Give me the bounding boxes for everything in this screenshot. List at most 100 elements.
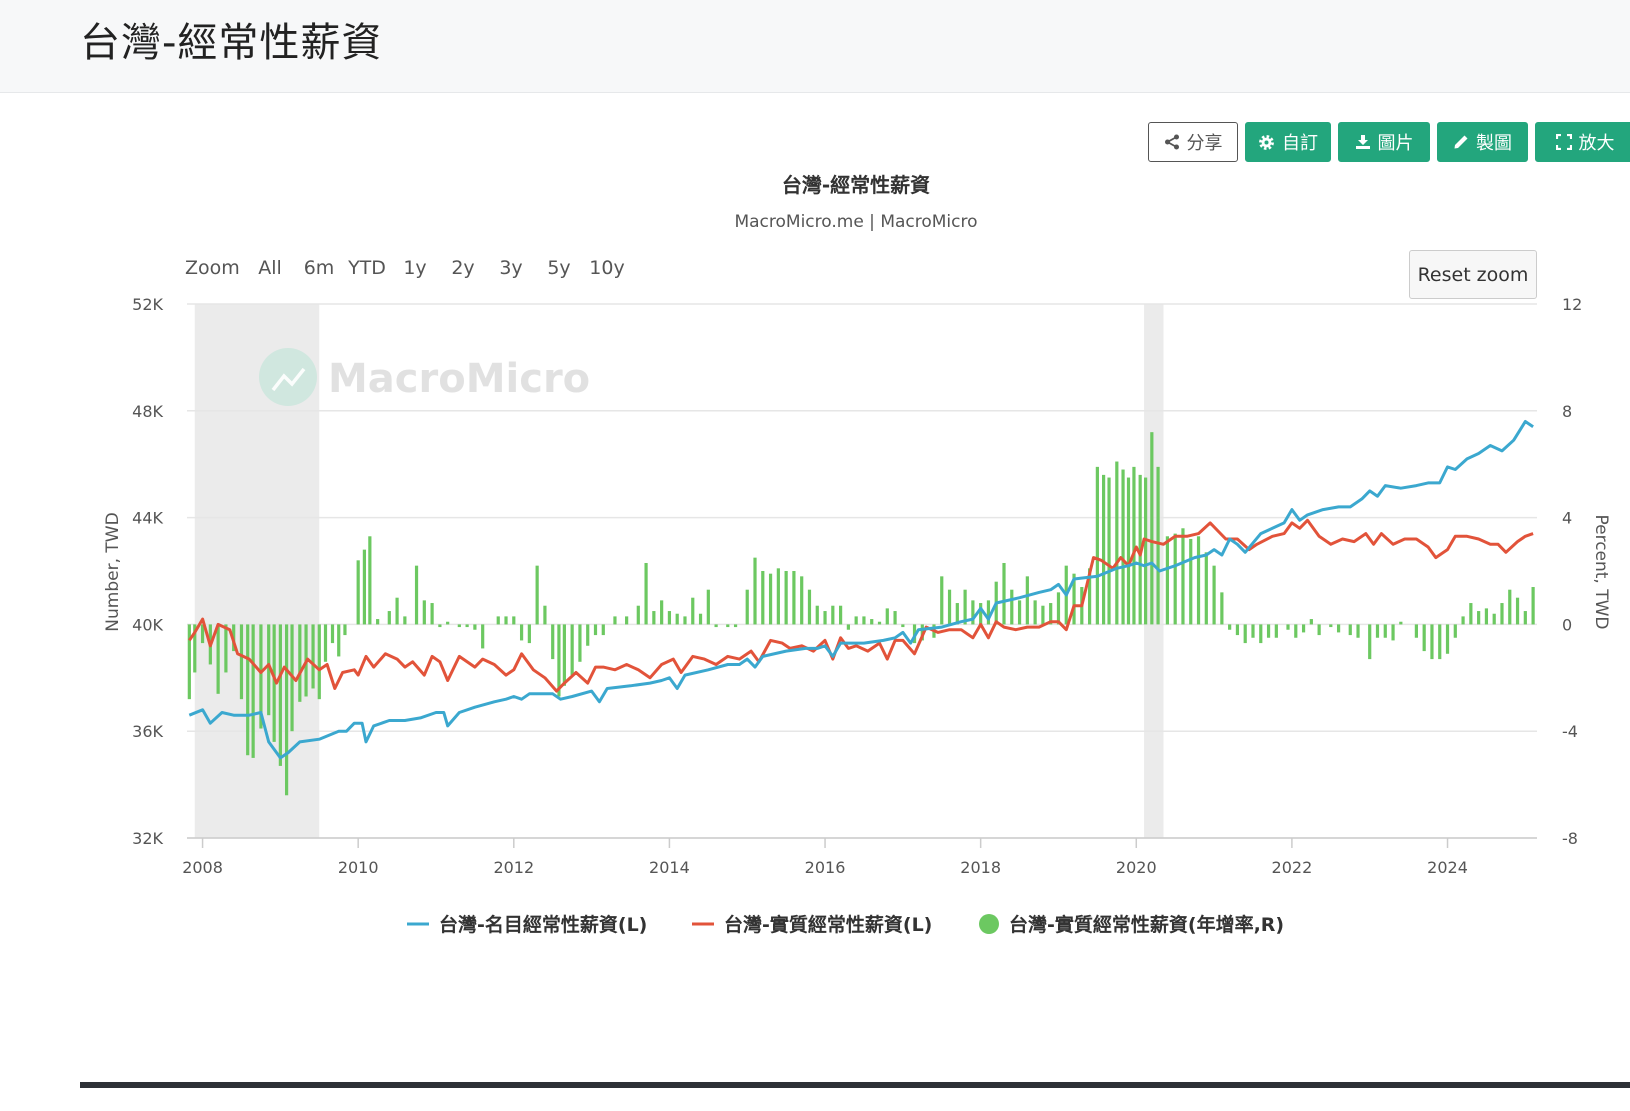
range-button-2y[interactable]: 2y	[451, 257, 474, 279]
yoy-bar	[246, 624, 250, 756]
range-button-5y[interactable]: 5y	[547, 257, 570, 279]
yoy-bar	[885, 608, 889, 625]
yoy-bar	[323, 624, 328, 662]
yoy-bar	[465, 624, 469, 628]
yoy-bar	[570, 624, 574, 676]
yoy-bar	[1492, 613, 1496, 625]
range-button-all[interactable]: All	[258, 257, 282, 279]
yoy-bar	[1348, 624, 1352, 636]
real-wage-line	[188, 518, 1534, 693]
yoy-bar	[854, 616, 858, 625]
yoy-bar	[593, 624, 598, 636]
range-selector: Zoom All 6m YTD 1y 2y 3y 5y 10y	[185, 257, 625, 279]
range-button-10y[interactable]: 10y	[589, 257, 624, 279]
yoy-bar	[298, 624, 302, 702]
legend-item-yoy[interactable]: 台灣-實質經常性薪資(年增率,R)	[979, 913, 1284, 936]
yoy-bar	[1430, 624, 1434, 660]
yoy-bar	[457, 624, 461, 628]
x-tick-label: 2020	[1116, 858, 1157, 877]
yoy-bar	[1477, 611, 1481, 625]
x-tick-label: 2014	[649, 858, 690, 877]
yoy-bar	[644, 562, 648, 625]
y-tick-label-right: 0	[1562, 615, 1572, 634]
yoy-bar	[1220, 592, 1224, 625]
chart-subtitle: MacroMicro.me | MacroMicro	[734, 212, 977, 232]
yoy-bar	[1107, 477, 1111, 625]
yoy-bar	[800, 576, 804, 625]
yoy-bar	[675, 613, 679, 625]
yoy-bar	[1508, 589, 1512, 625]
yoy-bar	[578, 624, 582, 662]
yoy-bar	[216, 624, 220, 694]
legend-item-real[interactable]: 台灣-實質經常性薪資(L)	[692, 913, 932, 936]
yoy-bar	[527, 624, 531, 644]
yoy-bar	[862, 616, 866, 625]
yoy-bar	[562, 624, 566, 686]
yoy-bar	[1189, 538, 1193, 625]
yoy-bar	[1500, 603, 1504, 625]
yoy-bar	[1336, 624, 1341, 633]
yoy-bar	[1301, 624, 1306, 633]
yoy-bar	[1309, 619, 1313, 625]
yoy-bar	[1156, 466, 1160, 625]
y-axis-right-title: Percent, TWD	[1591, 514, 1611, 629]
yoy-bar	[1144, 477, 1148, 625]
chart-title: 台灣-經常性薪資	[782, 173, 930, 197]
nominal-wage-line	[188, 420, 1534, 760]
yoy-bar	[395, 597, 399, 625]
legend-label-nominal: 台灣-名目經常性薪資(L)	[439, 913, 647, 936]
yoy-bar	[1356, 624, 1360, 638]
reset-zoom-button[interactable]: Reset zoom	[1409, 250, 1537, 299]
yoy-bar	[1274, 624, 1278, 638]
yoy-bar	[1121, 469, 1125, 625]
yoy-bar	[901, 624, 905, 628]
yoy-bar	[504, 616, 508, 625]
yoy-bar	[586, 624, 590, 646]
range-button-3y[interactable]: 3y	[499, 257, 522, 279]
yoy-bar	[1243, 624, 1247, 644]
yoy-bar	[543, 605, 547, 625]
y-tick-label-left: 52K	[132, 295, 163, 314]
yoy-bar	[601, 624, 605, 636]
y-tick-label-right: -8	[1562, 829, 1578, 848]
yoy-bar	[535, 565, 539, 625]
yoy-bar	[1212, 565, 1216, 625]
range-button-6m[interactable]: 6m	[304, 257, 335, 279]
wage-chart: MacroMicro 32K 36K 40K 44K 48K 52K -8 -4 0 4 8 12 20…	[103, 173, 1611, 936]
yoy-bar	[698, 613, 703, 625]
yoy-bar	[403, 616, 407, 625]
bottom-divider	[80, 1082, 1630, 1088]
watermark-logo	[259, 348, 317, 406]
yoy-bar	[1204, 552, 1208, 625]
range-button-ytd[interactable]: YTD	[347, 257, 386, 279]
yoy-bar	[831, 605, 835, 625]
yoy-bar	[1251, 624, 1255, 638]
yoy-bar	[1126, 477, 1131, 625]
yoy-bar	[387, 611, 391, 625]
yoy-bar	[726, 624, 730, 628]
yoy-bar	[784, 571, 788, 625]
yoy-bar	[1228, 624, 1232, 630]
y-tick-label-left: 48K	[132, 402, 163, 421]
yoy-bar	[284, 624, 289, 796]
yoy-bar	[311, 624, 315, 689]
watermark: MacroMicro	[259, 348, 590, 406]
legend-item-nominal[interactable]: 台灣-名目經常性薪資(L)	[407, 913, 647, 936]
yoy-bar	[512, 616, 516, 625]
yoy-bar	[1150, 432, 1154, 625]
yoy-bar	[613, 616, 617, 625]
yoy-bar	[1375, 624, 1380, 638]
yoy-bar	[251, 624, 255, 758]
range-button-1y[interactable]: 1y	[403, 257, 426, 279]
yoy-bar	[551, 624, 555, 660]
yoy-bar	[1266, 624, 1271, 638]
x-tick-label: 2010	[338, 858, 379, 877]
yoy-bar	[1484, 608, 1489, 625]
yoy-bar	[1531, 587, 1535, 625]
yoy-bar	[1056, 592, 1061, 625]
y-tick-label-right: 8	[1562, 402, 1572, 421]
yoy-bar	[1041, 605, 1045, 625]
yoy-bar	[278, 624, 282, 766]
yoy-bar	[356, 560, 360, 625]
yoy-bar	[714, 624, 718, 628]
